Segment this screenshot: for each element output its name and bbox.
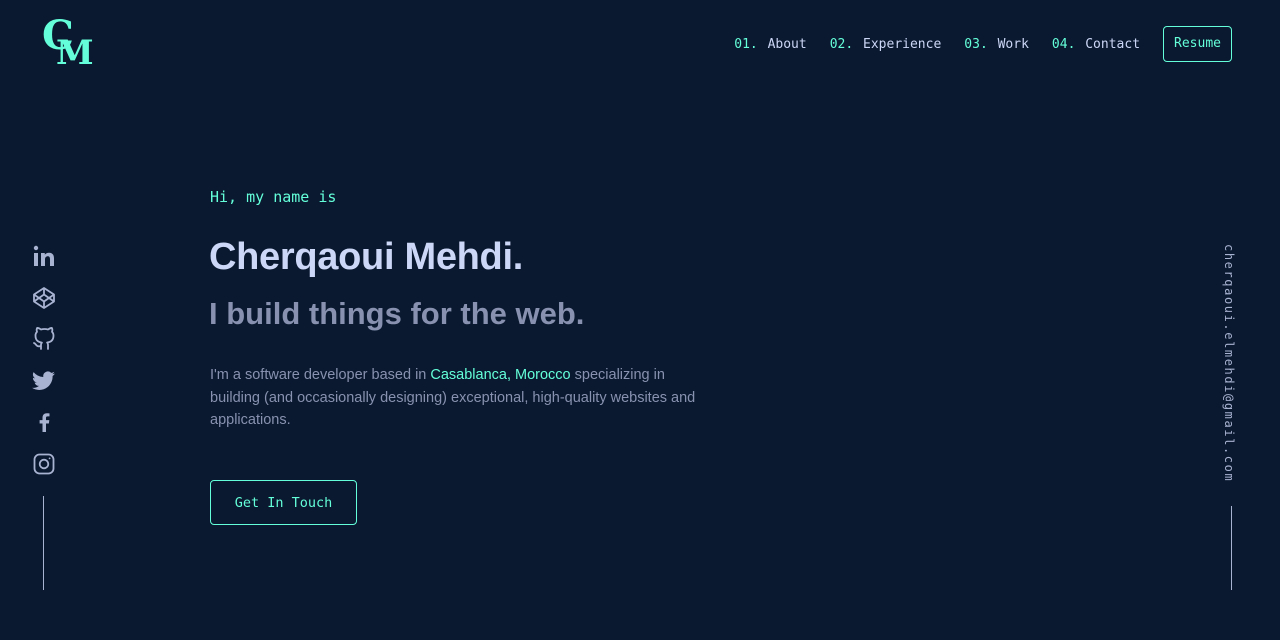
hero-bio: I'm a software developer based in Casabl… bbox=[210, 364, 700, 432]
twitter-icon[interactable] bbox=[31, 369, 57, 395]
social-links bbox=[31, 243, 57, 494]
bio-text: I'm a software developer based in bbox=[210, 367, 431, 383]
get-in-touch-button[interactable]: Get In Touch bbox=[210, 480, 357, 525]
page: C M 01. About 02. Experience 03. Work 04… bbox=[0, 0, 1280, 640]
logo[interactable]: C M bbox=[40, 16, 96, 74]
nav-label: Work bbox=[997, 36, 1029, 52]
linkedin-icon[interactable] bbox=[31, 244, 57, 270]
nav-label: About bbox=[767, 36, 807, 52]
nav-number: 04. bbox=[1051, 36, 1076, 52]
codepen-icon[interactable] bbox=[31, 286, 57, 312]
nav-item-about[interactable]: 01. About bbox=[734, 37, 806, 52]
hero-tagline: I build things for the web. bbox=[209, 296, 585, 331]
nav-item-experience[interactable]: 02. Experience bbox=[830, 37, 942, 52]
instagram-icon[interactable] bbox=[31, 452, 57, 478]
hero-name: Cherqaoui Mehdi. bbox=[209, 236, 523, 278]
nav-item-work[interactable]: 03. Work bbox=[964, 37, 1029, 52]
location-link[interactable]: Casablanca, Morocco bbox=[430, 367, 570, 383]
nav-label: Experience bbox=[863, 36, 942, 52]
facebook-icon[interactable] bbox=[31, 410, 57, 436]
email-link[interactable]: cherqaoui.elmehdi@gmail.com bbox=[1222, 244, 1236, 482]
logo-letter-m: M bbox=[56, 33, 94, 73]
resume-button[interactable]: Resume bbox=[1163, 26, 1232, 62]
nav-number: 03. bbox=[964, 36, 988, 52]
nav-number: 02. bbox=[829, 36, 854, 52]
main-nav: 01. About 02. Experience 03. Work 04. Co… bbox=[734, 26, 1232, 62]
nav-label: Contact bbox=[1085, 36, 1141, 52]
github-icon[interactable] bbox=[31, 327, 57, 353]
hero-greeting: Hi, my name is bbox=[210, 188, 337, 206]
nav-number: 01. bbox=[734, 36, 758, 52]
nav-item-contact[interactable]: 04. Contact bbox=[1052, 37, 1140, 52]
left-rail-line bbox=[43, 496, 44, 590]
right-rail-line bbox=[1231, 506, 1232, 590]
